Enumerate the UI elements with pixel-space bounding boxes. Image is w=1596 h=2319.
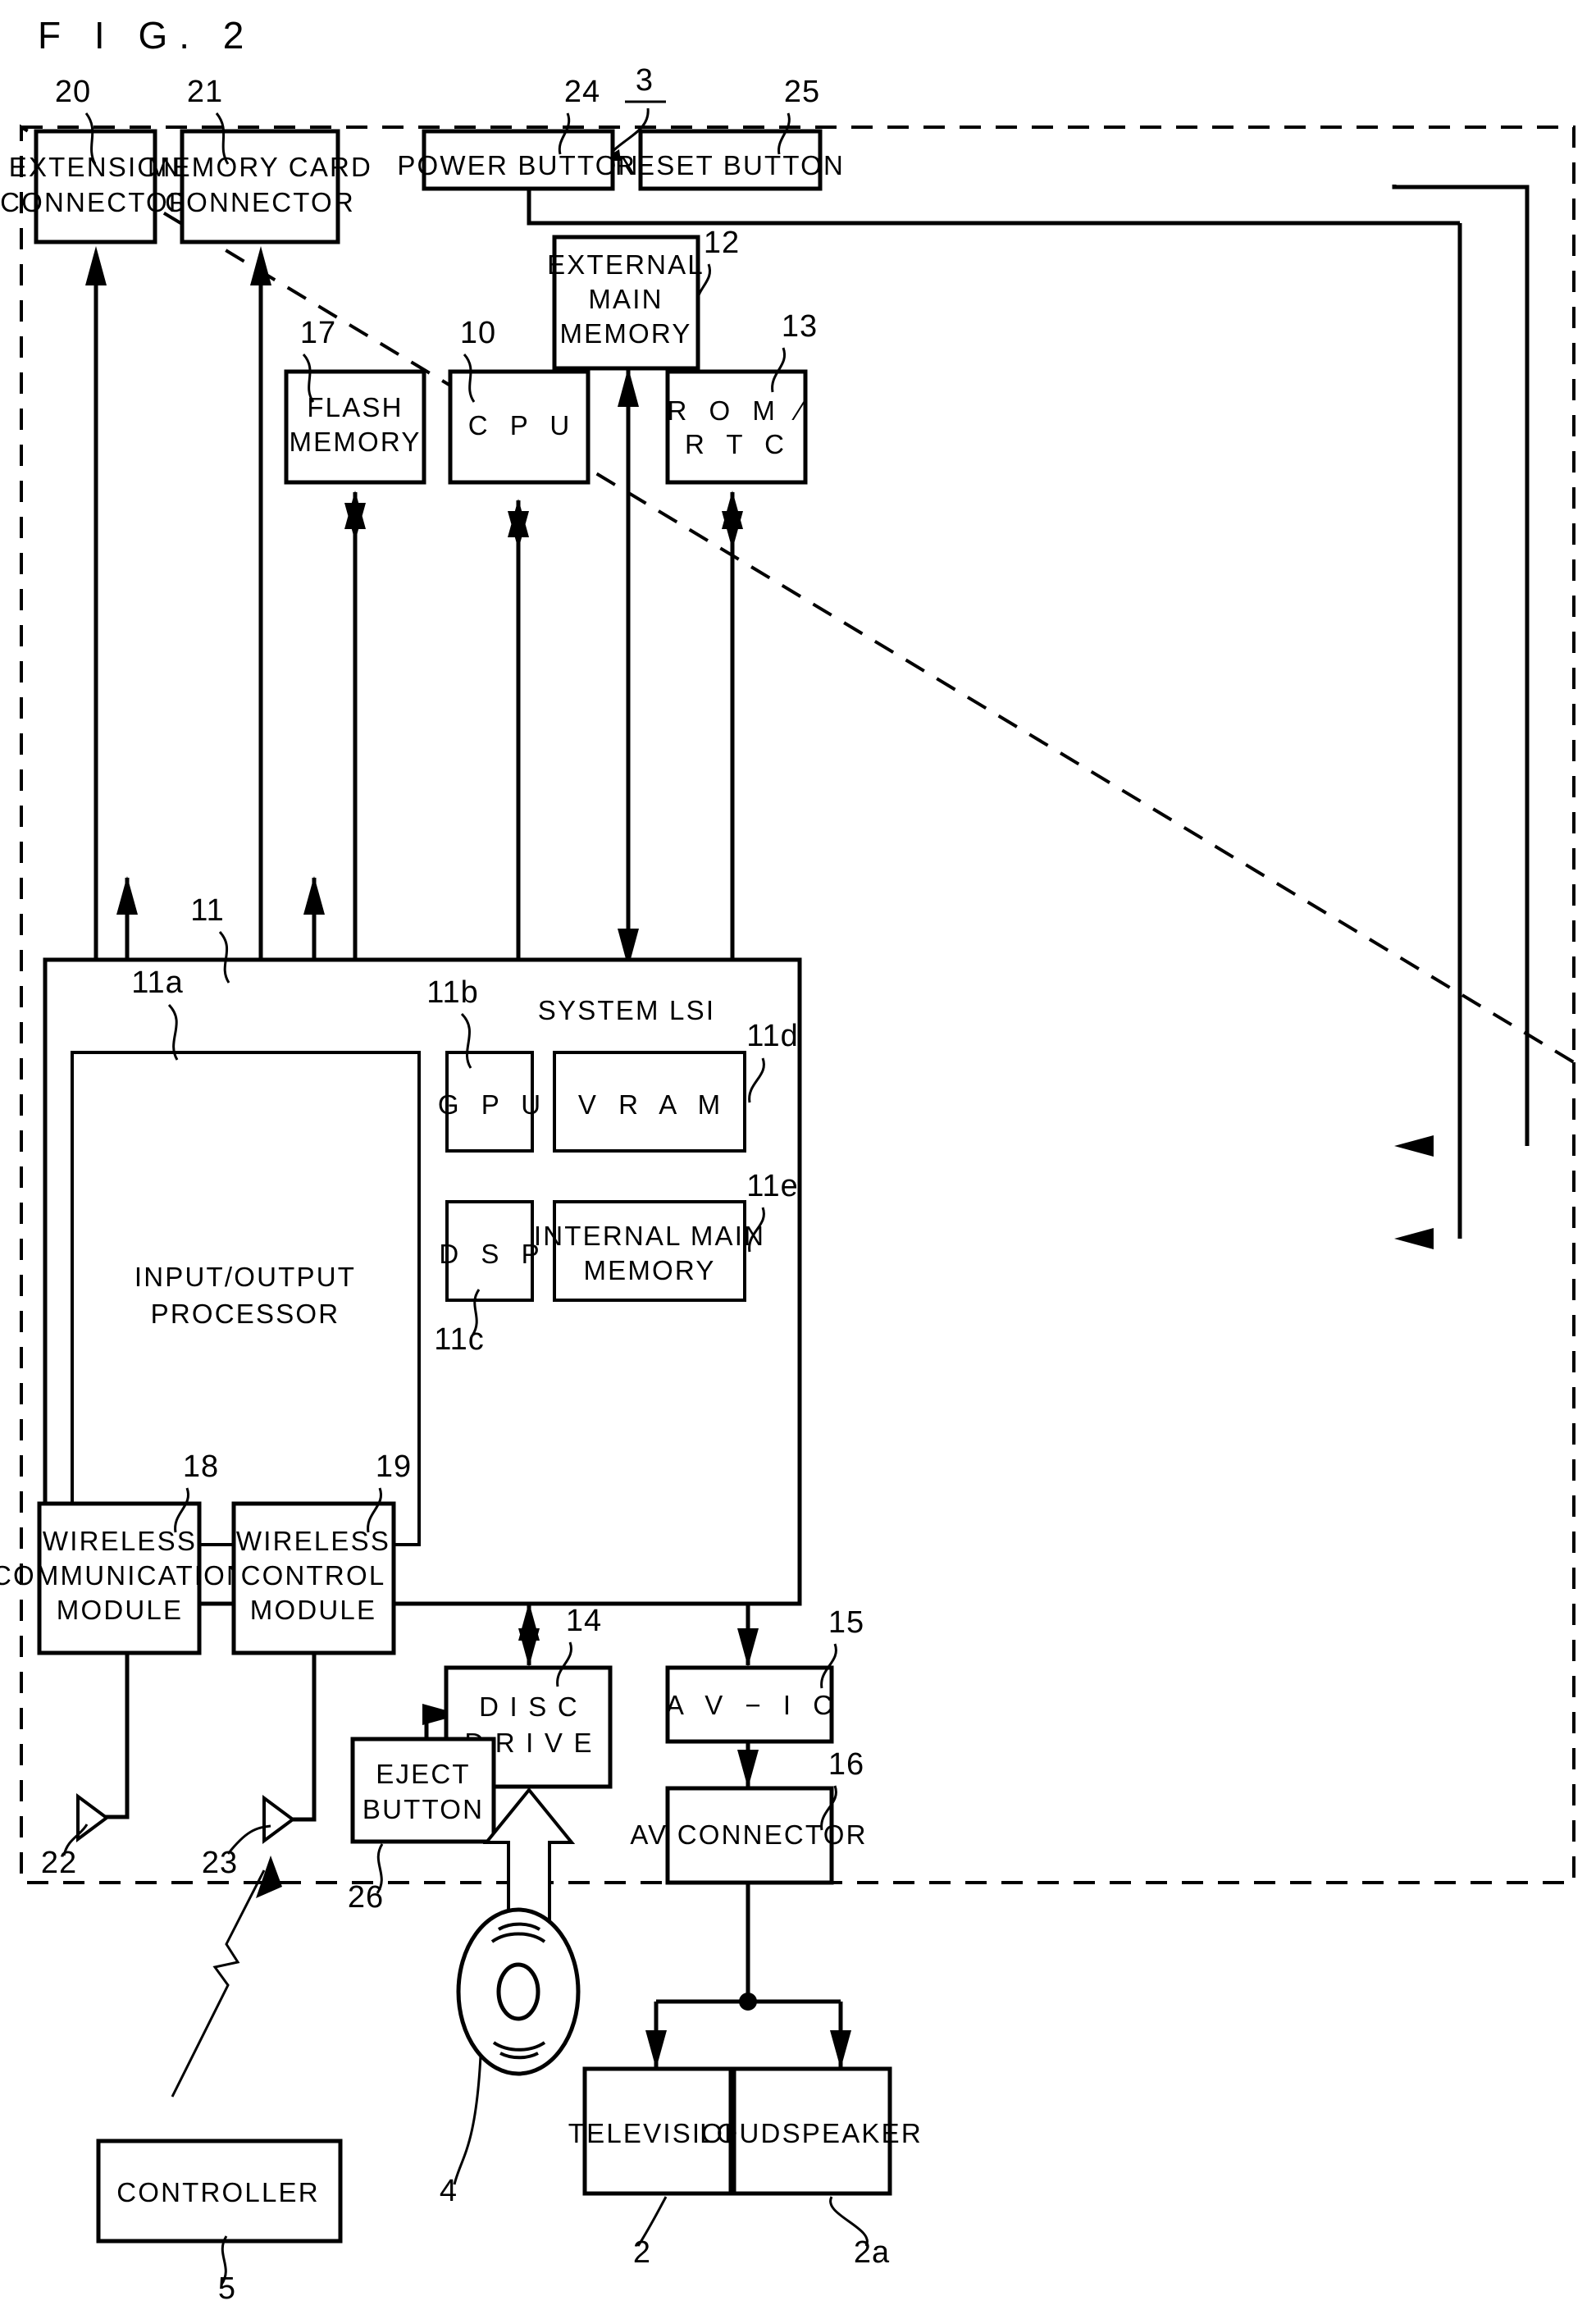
flash-memory-box[interactable]: FLASH MEMORY bbox=[284, 369, 426, 485]
gpu-box[interactable]: G P U bbox=[438, 1051, 548, 1153]
wcontrol-label-3: MODULE bbox=[250, 1595, 376, 1625]
ref-19: 19 bbox=[376, 1449, 412, 1484]
ref-23: 23 bbox=[202, 1846, 238, 1880]
av-ic-label: A V − I C bbox=[666, 1690, 840, 1720]
ref-12: 12 bbox=[704, 226, 740, 260]
power-button-label: POWER BUTTON bbox=[397, 150, 639, 180]
iop-label-1: INPUT/OUTPUT bbox=[135, 1262, 356, 1292]
ref-20: 20 bbox=[55, 75, 91, 109]
rom-rtc-label-2: R T C bbox=[685, 429, 791, 459]
power-button-box[interactable]: POWER BUTTON bbox=[397, 129, 639, 191]
system-lsi-title: SYSTEM LSI bbox=[538, 995, 715, 1025]
rom-rtc-label-1: R O M ∕ bbox=[667, 395, 809, 426]
memory-card-connector-label-1: MEMORY CARD bbox=[148, 152, 372, 182]
ref-25: 25 bbox=[784, 75, 820, 109]
wcm-label-1: WIRELESS bbox=[43, 1526, 197, 1556]
ref-11: 11 bbox=[190, 893, 224, 928]
eject-button-label-1: EJECT bbox=[376, 1759, 471, 1789]
controller-label: CONTROLLER bbox=[116, 2177, 320, 2207]
memory-card-connector-label-2: CONNECTOR bbox=[165, 187, 355, 217]
disc-drive-label-1: D I S C bbox=[479, 1691, 579, 1722]
dsp-label: D S P bbox=[439, 1239, 546, 1269]
extension-connector-box[interactable]: EXTENSION CONNECTOR bbox=[0, 129, 190, 244]
wcm-label-2: COMMUNICATION bbox=[0, 1560, 248, 1591]
eject-button-box[interactable]: EJECT BUTTON bbox=[350, 1737, 496, 1844]
ref-11d: 11d bbox=[746, 1019, 799, 1053]
external-main-memory-label-2: MAIN bbox=[588, 284, 663, 314]
ref-11b: 11b bbox=[426, 975, 479, 1010]
wcontrol-label-2: CONTROL bbox=[241, 1560, 386, 1591]
ref-22: 22 bbox=[41, 1846, 77, 1880]
ref-10: 10 bbox=[460, 316, 496, 350]
ref-2a: 2a bbox=[854, 2235, 890, 2270]
cpu-box[interactable]: C P U bbox=[448, 369, 591, 485]
external-main-memory-box[interactable]: EXTERNAL MAIN MEMORY bbox=[547, 235, 705, 371]
iop-block[interactable]: INPUT/OUTPUT PROCESSOR bbox=[71, 1051, 421, 1546]
vram-box[interactable]: V R A M bbox=[553, 1051, 746, 1153]
reset-button-box[interactable]: RESET BUTTON bbox=[615, 129, 845, 191]
ref-5: 5 bbox=[218, 2271, 236, 2306]
wireless-link-jagged bbox=[171, 1869, 266, 2098]
wcm-label-3: MODULE bbox=[57, 1595, 183, 1625]
ref-18: 18 bbox=[183, 1449, 219, 1484]
ref-11e: 11e bbox=[746, 1169, 799, 1203]
flash-memory-label-2: MEMORY bbox=[289, 427, 421, 457]
loudspeaker-box[interactable]: LOUDSPEAKER bbox=[700, 2066, 923, 2196]
internal-main-memory-label-2: MEMORY bbox=[583, 1255, 715, 1285]
flash-memory-label-1: FLASH bbox=[307, 392, 403, 422]
ref-15: 15 bbox=[828, 1605, 864, 1640]
external-main-memory-label-1: EXTERNAL bbox=[547, 249, 705, 280]
ref-16: 16 bbox=[828, 1747, 864, 1782]
reset-button-label: RESET BUTTON bbox=[615, 150, 845, 180]
block-diagram: EXTENSION CONNECTOR 20 MEMORY CARD CONNE… bbox=[0, 63, 1575, 2306]
iop-label-2: PROCESSOR bbox=[151, 1299, 340, 1329]
memory-card-connector-box[interactable]: MEMORY CARD CONNECTOR bbox=[148, 129, 372, 244]
ref-3: 3 bbox=[636, 63, 654, 98]
gpu-label: G P U bbox=[438, 1089, 548, 1120]
leader-2 bbox=[636, 2196, 668, 2247]
external-main-memory-label-3: MEMORY bbox=[559, 318, 691, 349]
antenna-communication bbox=[76, 1793, 110, 1842]
extension-connector-label-2: CONNECTOR bbox=[0, 187, 190, 217]
ref-17: 17 bbox=[300, 316, 336, 350]
dsp-box[interactable]: D S P bbox=[439, 1200, 546, 1302]
ref-13: 13 bbox=[782, 309, 818, 344]
av-ic-box[interactable]: A V − I C bbox=[665, 1665, 840, 1744]
cpu-label: C P U bbox=[468, 410, 577, 441]
ref-14: 14 bbox=[566, 1604, 602, 1638]
av-connector-label: AV CONNECTOR bbox=[630, 1819, 867, 1850]
wireless-control-module-group[interactable]: WIRELESS CONTROL MODULE bbox=[231, 1501, 396, 1655]
ref-11a: 11a bbox=[131, 965, 184, 1000]
optical-disc-icon bbox=[456, 1907, 581, 2076]
internal-main-memory-label-1: INTERNAL MAIN bbox=[534, 1221, 765, 1251]
ref-21: 21 bbox=[187, 75, 223, 109]
ref-26: 26 bbox=[348, 1880, 384, 1915]
controller-box[interactable]: CONTROLLER bbox=[96, 2139, 343, 2244]
leader-4 bbox=[453, 2055, 482, 2185]
eject-button-label-2: BUTTON bbox=[363, 1794, 484, 1824]
antenna-control bbox=[262, 1795, 296, 1844]
vram-label: V R A M bbox=[578, 1089, 727, 1120]
internal-main-memory-box[interactable]: INTERNAL MAIN MEMORY bbox=[534, 1200, 765, 1302]
loudspeaker-label: LOUDSPEAKER bbox=[700, 2118, 923, 2148]
rom-rtc-box[interactable]: R O M ∕ R T C bbox=[665, 369, 809, 485]
ref-24: 24 bbox=[564, 75, 600, 109]
